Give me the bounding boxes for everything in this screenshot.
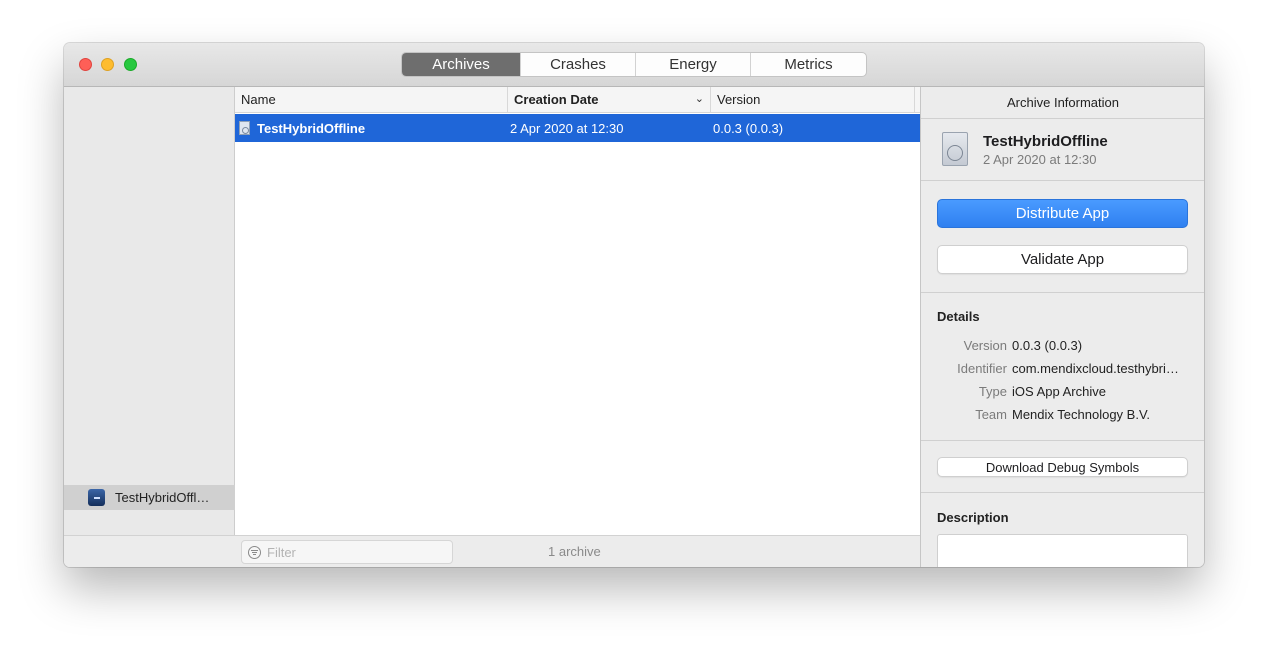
- archive-count: 1 archive: [548, 543, 601, 559]
- description-heading: Description: [937, 510, 1009, 525]
- distribute-app-button[interactable]: Distribute App: [937, 199, 1188, 228]
- detail-key: Version: [963, 338, 1007, 353]
- list-footer: 1 archive: [235, 535, 920, 567]
- close-window-button[interactable]: [79, 58, 92, 71]
- chevron-down-icon: ⌄: [694, 93, 704, 105]
- tab-crashes[interactable]: Crashes: [520, 53, 635, 76]
- description-field[interactable]: [937, 534, 1188, 567]
- table-header: Name Creation Date ⌄ Version: [235, 87, 920, 113]
- details-heading: Details: [937, 309, 980, 324]
- divider: [921, 492, 1204, 493]
- date-cell: 2 Apr 2020 at 12:30: [510, 120, 624, 136]
- detail-row-identifier: Identifier com.mendixcloud.testhybri…: [921, 361, 1204, 379]
- organizer-window: Archives Crashes Energy Metrics TestHybr…: [64, 43, 1204, 567]
- filter-input[interactable]: [267, 544, 437, 560]
- detail-value: com.mendixcloud.testhybri…: [1012, 361, 1179, 376]
- archive-title: TestHybridOffline: [983, 133, 1108, 150]
- detail-key: Identifier: [957, 361, 1007, 376]
- minimize-window-button[interactable]: [101, 58, 114, 71]
- detail-value: Mendix Technology B.V.: [1012, 407, 1151, 422]
- archive-date: 2 Apr 2020 at 12:30: [983, 152, 1097, 167]
- column-header-version[interactable]: Version: [711, 87, 915, 112]
- column-header-label: Creation Date: [514, 92, 599, 107]
- detail-row-version: Version 0.0.3 (0.0.3): [921, 338, 1204, 356]
- column-header-creation-date[interactable]: Creation Date ⌄: [508, 87, 711, 112]
- tab-archives[interactable]: Archives: [402, 53, 520, 76]
- archive-summary: TestHybridOffline 2 Apr 2020 at 12:30: [921, 119, 1204, 181]
- inspector-panel: Archive Information TestHybridOffline 2 …: [920, 87, 1204, 567]
- detail-row-type: Type iOS App Archive: [921, 384, 1204, 402]
- divider: [921, 440, 1204, 441]
- detail-value: 0.0.3 (0.0.3): [1012, 338, 1083, 353]
- detail-row-team: Team Mendix Technology B.V.: [921, 407, 1204, 425]
- archive-list: Name Creation Date ⌄ Version TestHybridO…: [235, 87, 920, 567]
- zoom-window-button[interactable]: [124, 58, 137, 71]
- divider: [921, 292, 1204, 293]
- sidebar-item-testhybridoffline[interactable]: TestHybridOffl…: [64, 485, 235, 510]
- title-bar: Archives Crashes Energy Metrics: [64, 43, 1204, 87]
- download-debug-symbols-button[interactable]: Download Debug Symbols: [937, 457, 1188, 477]
- version-cell: 0.0.3 (0.0.3): [713, 120, 784, 136]
- organizer-tabs: Archives Crashes Energy Metrics: [401, 52, 867, 77]
- tab-energy[interactable]: Energy: [635, 53, 750, 76]
- tab-metrics[interactable]: Metrics: [750, 53, 866, 76]
- detail-key: Type: [978, 384, 1007, 399]
- archive-name: TestHybridOffline: [257, 120, 366, 136]
- app-icon: [88, 489, 105, 506]
- sidebar-footer: [64, 535, 235, 567]
- sidebar-item-label: TestHybridOffl…: [115, 490, 210, 505]
- filter-icon: [248, 545, 261, 559]
- column-header-name[interactable]: Name: [235, 87, 508, 112]
- detail-value: iOS App Archive: [1012, 384, 1106, 399]
- table-row[interactable]: TestHybridOffline 2 Apr 2020 at 12:30 0.…: [235, 114, 920, 142]
- name-cell: TestHybridOffline: [239, 114, 365, 142]
- archive-icon: [239, 121, 250, 135]
- filter-field[interactable]: [241, 540, 453, 564]
- validate-app-button[interactable]: Validate App: [937, 245, 1188, 274]
- inspector-title: Archive Information: [921, 87, 1204, 119]
- archive-icon: [942, 132, 968, 166]
- sidebar: TestHybridOffl…: [64, 87, 235, 567]
- detail-key: Team: [975, 407, 1007, 422]
